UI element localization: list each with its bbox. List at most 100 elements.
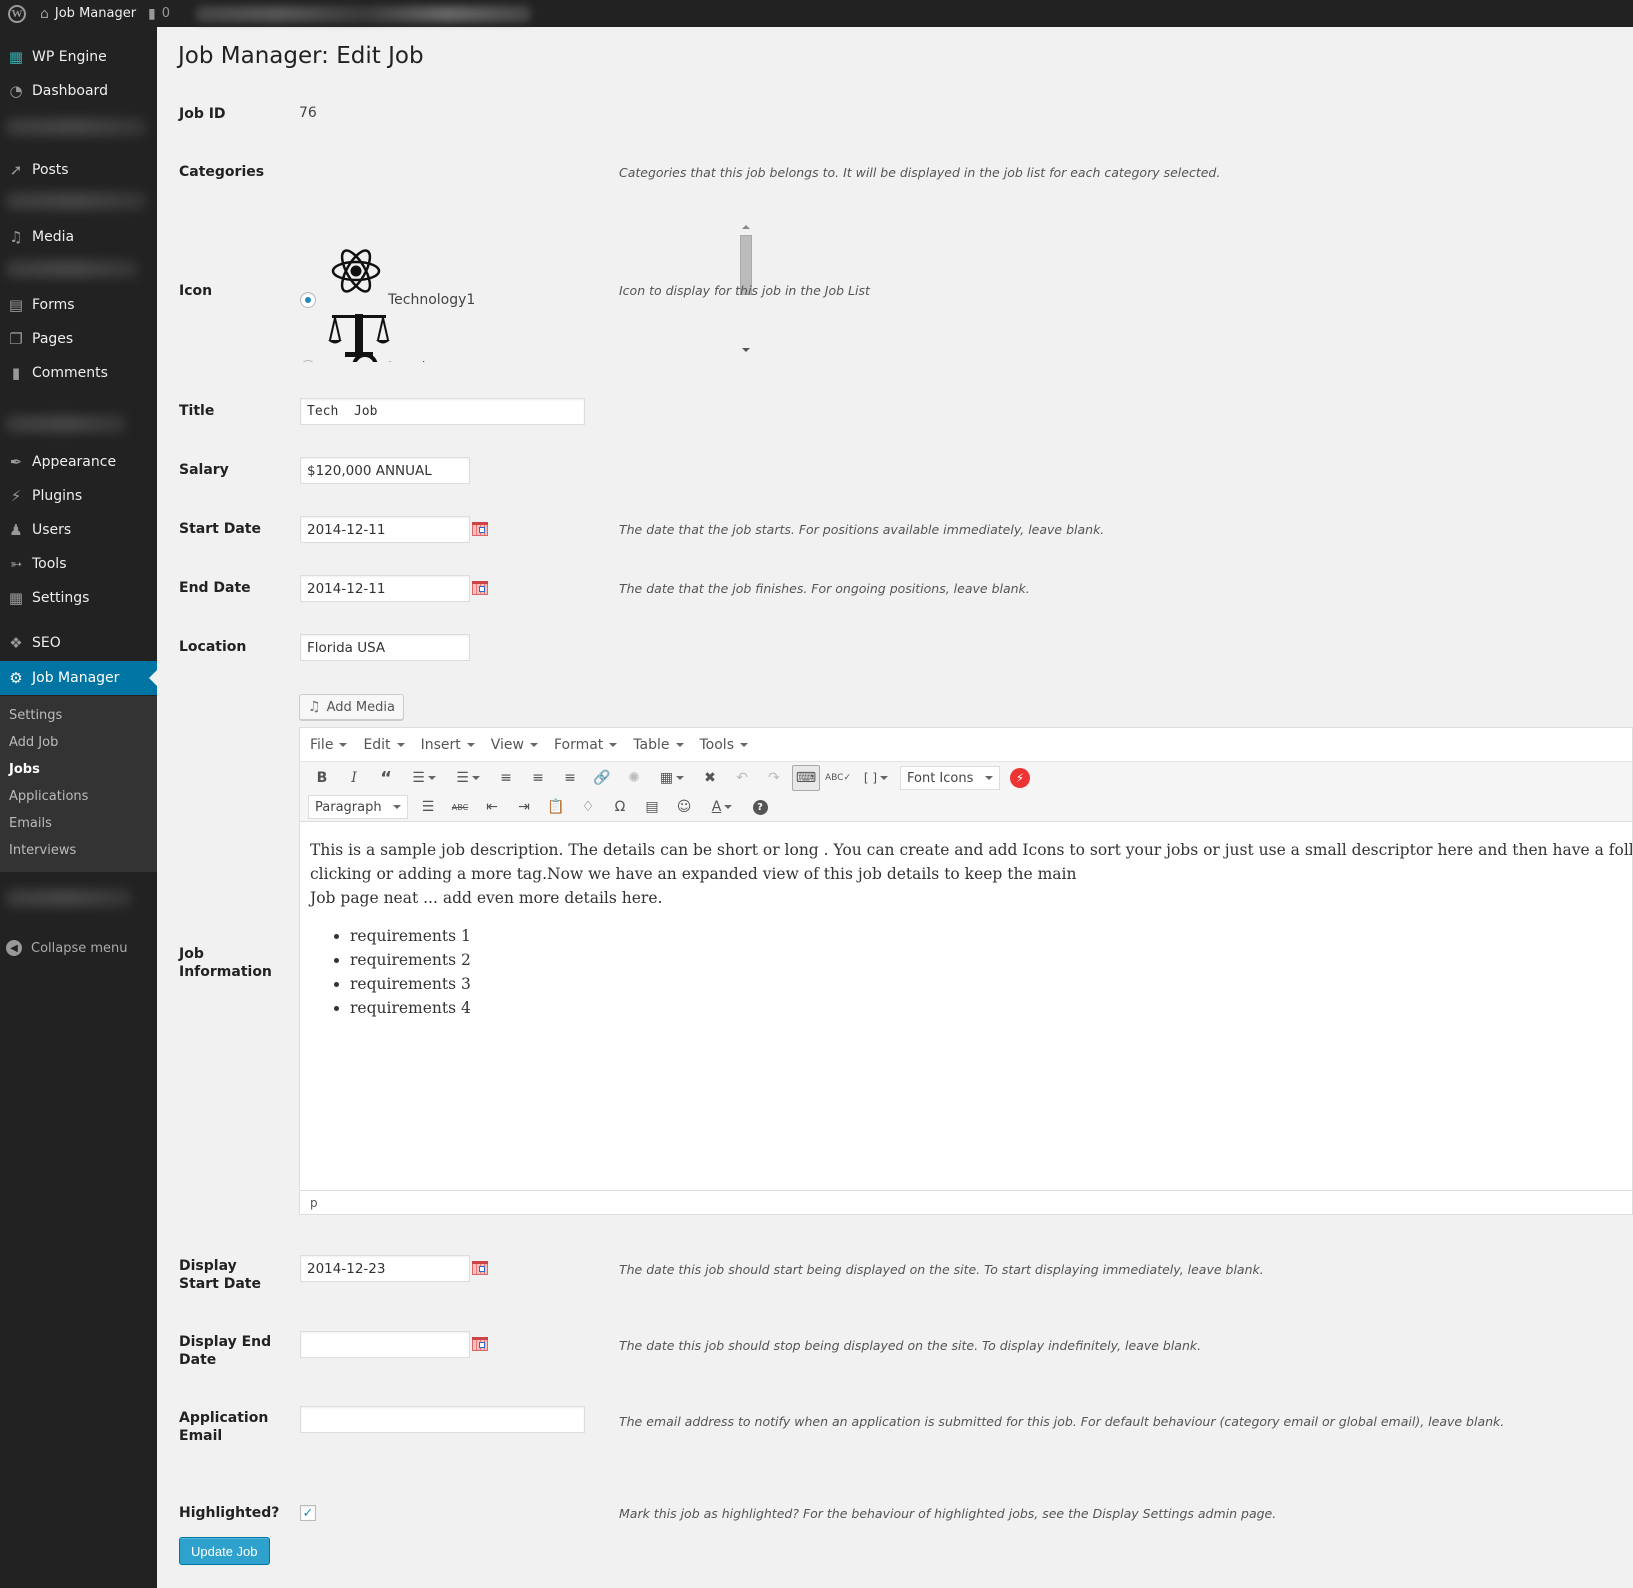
start-date-input[interactable] <box>300 516 470 543</box>
application-email-input[interactable] <box>300 1406 585 1433</box>
sidebar-item-job-manager[interactable]: ⚙ Job Manager <box>0 661 157 695</box>
menu-insert[interactable]: Insert <box>421 737 475 753</box>
display-start-date-input[interactable] <box>300 1255 470 1282</box>
justify-icon[interactable]: ☰ <box>414 794 442 820</box>
calendar-icon[interactable] <box>472 581 488 595</box>
italic-icon[interactable]: I <box>340 765 368 791</box>
submenu-item-settings[interactable]: Settings <box>0 702 157 729</box>
highlighted-checkbox[interactable]: ✓ <box>300 1505 316 1521</box>
submenu-item-emails[interactable]: Emails <box>0 810 157 837</box>
location-input[interactable] <box>300 634 470 661</box>
calendar-icon[interactable] <box>472 1261 488 1275</box>
blockquote-icon[interactable]: “ <box>372 765 400 791</box>
site-name-link[interactable]: ⌂ Job Manager <box>34 0 142 27</box>
align-right-icon[interactable]: ≡ <box>556 765 584 791</box>
fullscreen-icon[interactable]: ✖ <box>696 765 724 791</box>
bullet-list-icon[interactable]: ☰ <box>404 765 444 791</box>
salary-label: Salary <box>179 462 229 478</box>
sidebar-item-label: Appearance <box>32 454 117 470</box>
end-date-input[interactable] <box>300 575 470 602</box>
scroll-down-arrow-icon[interactable] <box>742 348 750 356</box>
align-left-icon[interactable]: ≡ <box>492 765 520 791</box>
salary-input[interactable] <box>300 457 470 484</box>
icon-option-technology[interactable]: Technology1 <box>300 245 560 313</box>
font-icons-select[interactable]: Font Icons <box>900 766 1000 790</box>
display-end-date-input[interactable] <box>300 1331 470 1358</box>
menu-table[interactable]: Table <box>633 737 684 753</box>
element-path[interactable]: p <box>310 1196 318 1210</box>
dashboard-gauge-icon: ◔ <box>9 82 23 100</box>
link-icon[interactable]: 🔗 <box>588 765 616 791</box>
sidebar-item-plugins[interactable]: ⚡ Plugins <box>0 479 157 513</box>
list-item: requirements 1 <box>350 924 1622 948</box>
sidebar-item-posts[interactable]: ➚ Posts <box>0 153 157 187</box>
clear-formatting-icon[interactable]: ♢ <box>574 794 602 820</box>
special-character-icon[interactable]: Ω <box>606 794 634 820</box>
help-icon[interactable]: ? <box>746 794 774 820</box>
content-paragraph-line: This is a sample job description. The de… <box>310 841 1632 859</box>
strikethrough-icon[interactable]: ABC <box>446 794 474 820</box>
menu-file[interactable]: File <box>310 737 348 753</box>
sliders-icon: ▦ <box>8 589 24 607</box>
icon-radio-technology[interactable] <box>300 292 316 308</box>
menu-format[interactable]: Format <box>553 736 618 753</box>
display-start-date-label: Display Start Date <box>179 1258 261 1292</box>
menu-label: Format <box>553 736 604 753</box>
job-information-label: Job Information <box>179 946 272 980</box>
add-media-button[interactable]: ♫ Add Media <box>299 694 404 720</box>
icon-option-legal[interactable]: Legal <box>300 312 560 362</box>
sidebar-item-label: Users <box>32 522 72 538</box>
sidebar-item-wp-engine[interactable]: ▦ WP Engine <box>0 40 157 74</box>
redo-icon[interactable]: ↷ <box>760 765 788 791</box>
comments-link[interactable]: ▮ 0 <box>142 0 176 27</box>
update-job-button[interactable]: Update Job <box>179 1537 270 1565</box>
emoticon-icon[interactable]: ☺ <box>670 794 698 820</box>
media-camera-music-icon: ♫ <box>308 699 321 715</box>
horizontal-rule-icon[interactable]: ▤ <box>638 794 666 820</box>
table-icon[interactable]: ▦ <box>652 765 692 791</box>
outdent-icon[interactable]: ⇤ <box>478 794 506 820</box>
user-icon: ♟ <box>9 521 23 539</box>
scroll-up-arrow-icon[interactable] <box>742 221 750 229</box>
sidebar-item-dashboard[interactable]: ◔ Dashboard <box>0 74 157 108</box>
indent-icon[interactable]: ⇥ <box>510 794 538 820</box>
numbered-list-icon[interactable]: ☰ <box>448 765 488 791</box>
wordpress-logo-button[interactable]: W <box>0 0 34 27</box>
title-input[interactable] <box>300 398 585 425</box>
sidebar-item-appearance[interactable]: ✒ Appearance <box>0 445 157 479</box>
collapse-menu-button[interactable]: ◀ Collapse menu <box>0 933 128 963</box>
calendar-icon[interactable] <box>472 522 488 536</box>
submenu-item-interviews[interactable]: Interviews <box>0 837 157 864</box>
calendar-icon[interactable] <box>472 1337 488 1351</box>
submenu-item-jobs[interactable]: Jobs <box>0 756 157 783</box>
undo-icon[interactable]: ↶ <box>728 765 756 791</box>
spellcheck-icon[interactable]: ABC✓ <box>824 765 852 791</box>
submenu-item-add-job[interactable]: Add Job <box>0 729 157 756</box>
sidebar-item-seo[interactable]: ❖ SEO <box>0 626 157 660</box>
menu-view[interactable]: View <box>491 737 538 753</box>
plugin-red-icon[interactable]: ⚡ <box>1006 765 1034 791</box>
sidebar-item-settings[interactable]: ▦ Settings <box>0 581 157 615</box>
paste-text-icon[interactable]: 📋 <box>542 794 570 820</box>
bold-icon[interactable]: B <box>308 765 336 791</box>
list-item: requirements 4 <box>350 996 1622 1020</box>
end-date-description: The date that the job finishes. For ongo… <box>619 581 1030 596</box>
shortcode-icon[interactable]: [ ] <box>856 765 896 791</box>
text-color-icon[interactable]: A <box>702 794 742 820</box>
sidebar-item-comments[interactable]: ▮ Comments <box>0 356 157 390</box>
editor-content[interactable]: This is a sample job description. The de… <box>300 824 1632 1180</box>
menu-edit[interactable]: Edit <box>363 737 405 753</box>
sidebar-item-pages[interactable]: ❐ Pages <box>0 322 157 356</box>
align-center-icon[interactable]: ≡ <box>524 765 552 791</box>
icon-option-label: Legal <box>388 360 426 362</box>
icon-radio-legal[interactable] <box>300 360 316 362</box>
paragraph-format-select[interactable]: Paragraph <box>308 795 408 819</box>
sidebar-item-users[interactable]: ♟ Users <box>0 513 157 547</box>
unlink-icon[interactable]: ✺ <box>620 765 648 791</box>
menu-tools[interactable]: Tools <box>700 737 748 753</box>
submenu-item-applications[interactable]: Applications <box>0 783 157 810</box>
sidebar-item-tools[interactable]: ➳ Tools <box>0 547 157 581</box>
toolbar-toggle-icon[interactable]: ⌨ <box>792 765 820 791</box>
sidebar-item-media[interactable]: ♫ Media <box>0 220 157 254</box>
sidebar-item-forms[interactable]: ▤ Forms <box>0 288 157 322</box>
